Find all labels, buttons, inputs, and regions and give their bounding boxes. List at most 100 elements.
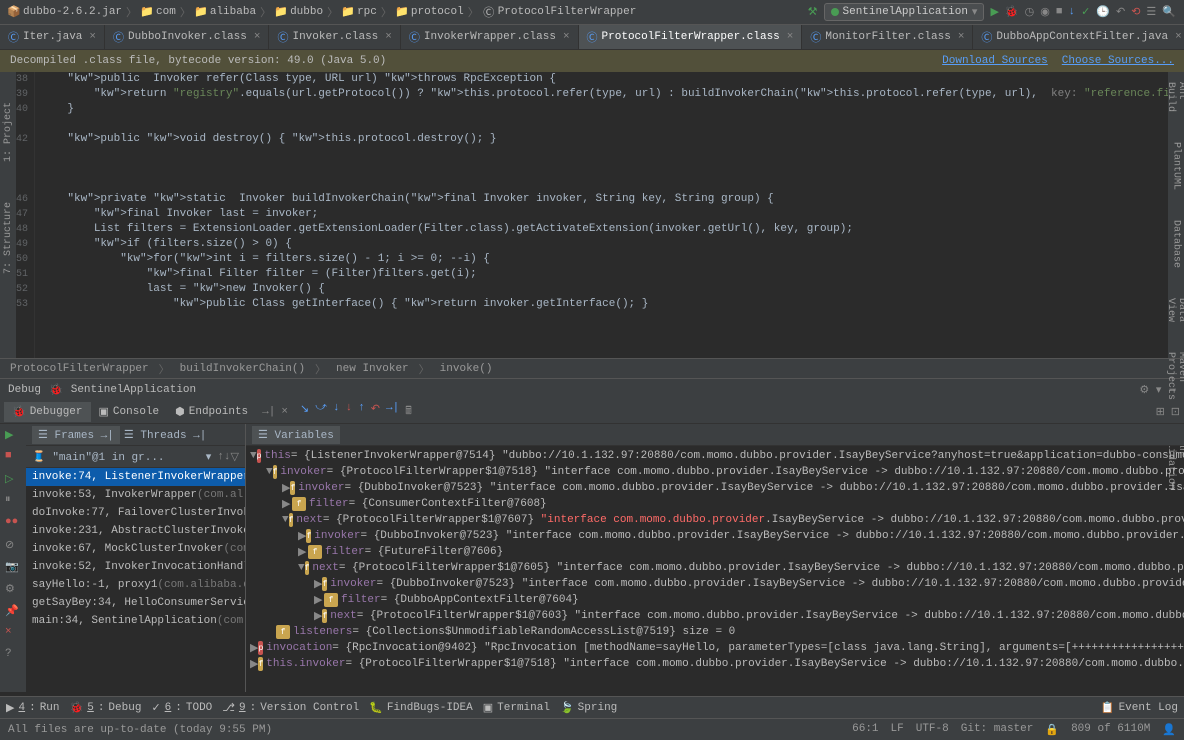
filter-frames-icon[interactable]: ▽ bbox=[231, 450, 239, 464]
bottom-tool-run[interactable]: ▶4: Run bbox=[6, 701, 60, 715]
stack-frame[interactable]: sayHello:-1, proxy1 (com.alibaba.d... bbox=[26, 576, 245, 594]
breadcrumb-item[interactable]: 📁rpc bbox=[342, 6, 377, 18]
bottom-tool-findbugs-idea[interactable]: 🐛FindBugs-IDEA bbox=[369, 701, 473, 715]
stop-icon[interactable]: ■ bbox=[1056, 6, 1063, 18]
memory-indicator[interactable]: 809 of 6110M bbox=[1071, 723, 1150, 737]
settings-icon[interactable]: ⚙ ▾ bbox=[1139, 383, 1161, 397]
minimize-icon[interactable]: — bbox=[1169, 384, 1176, 396]
editor-breadcrumb-item[interactable]: invoke() bbox=[440, 363, 493, 375]
event-log[interactable]: 📋Event Log bbox=[1101, 701, 1178, 715]
close-icon[interactable]: × bbox=[563, 31, 570, 43]
breadcrumb-item[interactable]: 📁alibaba bbox=[195, 6, 256, 18]
close-icon[interactable]: × bbox=[254, 31, 261, 43]
variable-row[interactable]: ▶ffilter = {FutureFilter@7606} bbox=[246, 544, 1184, 560]
breadcrumb-item[interactable]: 📁protocol bbox=[396, 6, 464, 18]
run-icon[interactable]: ▶ bbox=[990, 5, 998, 19]
thread-selector[interactable]: 🧵 "main"@1 in gr... ▾ ↑ ↓ ▽ bbox=[26, 446, 245, 468]
bottom-tool-todo[interactable]: ✓6: TODO bbox=[151, 701, 212, 715]
close-tab-icon[interactable]: × bbox=[281, 406, 288, 418]
editor-breadcrumb-item[interactable]: new Invoker bbox=[336, 363, 409, 375]
settings-icon[interactable]: ⚙ bbox=[5, 582, 21, 598]
plantuml-tool[interactable]: PlantUML bbox=[1171, 142, 1182, 190]
git-commit-icon[interactable]: ✓ bbox=[1081, 5, 1090, 19]
pause-icon[interactable]: ⏸ bbox=[5, 494, 21, 510]
close-icon[interactable]: × bbox=[89, 31, 96, 43]
editor-tab[interactable]: ⒸInvoker.class× bbox=[269, 25, 400, 49]
git-branch[interactable]: Git: master bbox=[961, 723, 1034, 737]
threads-tab[interactable]: ☰ Threads →| bbox=[124, 428, 207, 442]
build-icon[interactable]: ⚒ bbox=[808, 5, 818, 19]
git-history-icon[interactable]: 🕒 bbox=[1096, 5, 1110, 19]
step-out-icon[interactable]: ↑ bbox=[358, 402, 365, 421]
breadcrumb-item[interactable]: 📁com bbox=[141, 6, 176, 18]
structure-tool[interactable]: 7: Structure bbox=[3, 202, 14, 274]
variable-row[interactable]: flisteners = {Collections$UnmodifiableRa… bbox=[246, 624, 1184, 640]
sync-icon[interactable]: ⟲ bbox=[1131, 5, 1140, 19]
run-config-selector[interactable]: SentinelApplication ▾ bbox=[824, 3, 985, 21]
debug-tab-debugger[interactable]: 🐞Debugger bbox=[4, 402, 91, 422]
bottom-tool-terminal[interactable]: ▣Terminal bbox=[483, 701, 550, 715]
variable-row[interactable]: ▶fnext = {ProtocolFilterWrapper$1@7603} … bbox=[246, 608, 1184, 624]
next-frame-icon[interactable]: ↓ bbox=[224, 451, 231, 463]
variable-row[interactable]: ▼fnext = {ProtocolFilterWrapper$1@7607} … bbox=[246, 512, 1184, 528]
variable-row[interactable]: ▼finvoker = {ProtocolFilterWrapper$1@751… bbox=[246, 464, 1184, 480]
prev-frame-icon[interactable]: ↑ bbox=[217, 451, 224, 463]
help-icon[interactable]: ? bbox=[5, 648, 21, 664]
close-icon[interactable]: × bbox=[787, 31, 794, 43]
frames-tab[interactable]: ☰ Frames →| bbox=[32, 426, 120, 444]
variables-tab[interactable]: ☰ Variables bbox=[252, 426, 340, 444]
step-into-icon[interactable]: ↓ bbox=[333, 402, 340, 421]
rerun-icon[interactable]: ▶ bbox=[5, 428, 21, 444]
force-step-into-icon[interactable]: ↓ bbox=[346, 402, 353, 421]
debug-tab-endpoints[interactable]: ⬢Endpoints bbox=[167, 402, 256, 422]
editor-tab[interactable]: ⒸInvokerWrapper.class× bbox=[401, 25, 579, 49]
breadcrumb-item[interactable]: ⒸProtocolFilterWrapper bbox=[483, 6, 637, 18]
view-breakpoints-icon[interactable]: ●● bbox=[5, 516, 21, 532]
editor-tab[interactable]: ⒸProtocolFilterWrapper.class× bbox=[579, 25, 803, 49]
editor-tab[interactable]: ⒸDubboInvoker.class× bbox=[105, 25, 269, 49]
restore-icon[interactable]: ⊡ bbox=[1171, 405, 1180, 419]
stack-frame[interactable]: getSayBey:34, HelloConsumerService bbox=[26, 594, 245, 612]
show-exec-point-icon[interactable]: ↘ bbox=[300, 402, 309, 421]
drop-frame-icon[interactable]: ↶ bbox=[371, 402, 380, 421]
code-editor[interactable]: 383940424647484950515253576165666769 "kw… bbox=[16, 72, 1168, 358]
breadcrumb-item[interactable]: 📁dubbo bbox=[275, 6, 323, 18]
line-separator[interactable]: LF bbox=[891, 723, 904, 737]
thread-dump-icon[interactable]: 📷 bbox=[5, 560, 21, 576]
git-update-icon[interactable]: ↓ bbox=[1068, 6, 1075, 18]
mute-breakpoints-icon[interactable]: ⊘ bbox=[5, 538, 21, 554]
breadcrumb-item[interactable]: 📦dubbo-2.6.2.jar bbox=[8, 6, 122, 18]
step-over-icon[interactable]: ⤻ bbox=[315, 402, 327, 421]
close-icon[interactable]: × bbox=[5, 626, 21, 642]
bottom-tool-version-control[interactable]: ⎇9: Version Control bbox=[222, 701, 359, 715]
close-icon[interactable]: × bbox=[958, 31, 965, 43]
editor-tab[interactable]: ⒸIter.java× bbox=[0, 25, 105, 49]
structure-icon[interactable]: ☰ bbox=[1146, 5, 1156, 19]
inspect-icon[interactable]: 👤 bbox=[1162, 723, 1176, 737]
bottom-tool-spring[interactable]: 🍃Spring bbox=[560, 701, 617, 715]
variable-row[interactable]: ▼fnext = {ProtocolFilterWrapper$1@7605} … bbox=[246, 560, 1184, 576]
close-icon[interactable]: × bbox=[385, 31, 392, 43]
pin-icon[interactable]: 📌 bbox=[5, 604, 21, 620]
stack-frame[interactable]: invoke:231, AbstractClusterInvoker bbox=[26, 522, 245, 540]
run-to-cursor-icon[interactable]: →| bbox=[386, 402, 399, 421]
evaluate-icon[interactable]: 🖩 bbox=[405, 402, 412, 421]
stack-frame[interactable]: invoke:67, MockClusterInvoker (com... bbox=[26, 540, 245, 558]
variable-row[interactable]: ▶finvoker = {DubboInvoker@7523} "interfa… bbox=[246, 528, 1184, 544]
encoding[interactable]: UTF-8 bbox=[916, 723, 949, 737]
caret-position[interactable]: 66:1 bbox=[852, 723, 878, 737]
close-icon[interactable]: × bbox=[1175, 31, 1182, 43]
revert-icon[interactable]: ↶ bbox=[1116, 5, 1125, 19]
layout-icon[interactable]: ⊞ bbox=[1156, 405, 1165, 419]
stack-frame[interactable]: main:34, SentinelApplication (com.mo bbox=[26, 612, 245, 630]
editor-tab[interactable]: ⒸMonitorFilter.class× bbox=[802, 25, 973, 49]
stack-frame[interactable]: invoke:74, ListenerInvokerWrapper ( bbox=[26, 468, 245, 486]
variable-row[interactable]: ▶fthis.invoker = {ProtocolFilterWrapper$… bbox=[246, 656, 1184, 672]
variable-row[interactable]: ▼pthis = {ListenerInvokerWrapper@7514} "… bbox=[246, 448, 1184, 464]
editor-breadcrumb-item[interactable]: ProtocolFilterWrapper bbox=[10, 363, 149, 375]
stop-icon[interactable]: ■ bbox=[5, 450, 21, 466]
search-icon[interactable]: 🔍 bbox=[1162, 5, 1176, 19]
stack-frame[interactable]: invoke:53, InvokerWrapper (com.al... bbox=[26, 486, 245, 504]
editor-tab[interactable]: ⒸDubboAppContextFilter.java× bbox=[973, 25, 1184, 49]
variable-row[interactable]: ▶pinvocation = {RpcInvocation@9402} "Rpc… bbox=[246, 640, 1184, 656]
